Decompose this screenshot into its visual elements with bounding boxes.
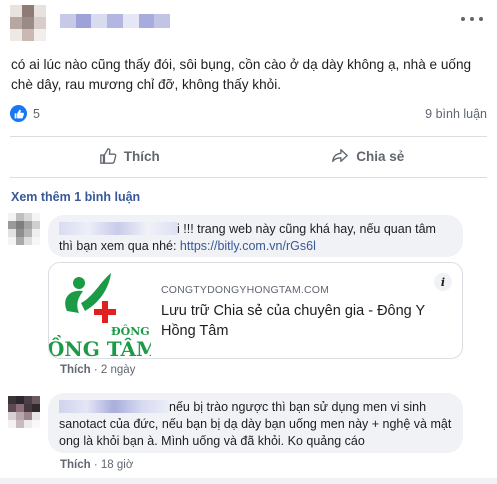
like-button[interactable]: Thích xyxy=(10,140,249,172)
post-stats: 5 9 bình luận xyxy=(10,104,487,124)
divider xyxy=(10,177,487,178)
comment-like-link[interactable]: Thích xyxy=(60,459,91,471)
author-name[interactable] xyxy=(60,14,171,28)
preview-logo-image: ĐÔNG ỒNG TÂM xyxy=(49,263,151,359)
comment-like-link[interactable]: Thích xyxy=(60,364,91,376)
more-horizontal-icon[interactable] xyxy=(461,14,483,24)
comment-meta: Thích · 2 ngày xyxy=(60,364,136,376)
comment-count[interactable]: 9 bình luận xyxy=(425,107,487,121)
comment-meta: Thích · 18 giờ xyxy=(60,459,134,471)
share-button-label: Chia sẻ xyxy=(356,148,405,164)
author-avatar[interactable] xyxy=(10,5,46,41)
comment-link[interactable]: https://bitly.com.vn/rGs6l xyxy=(180,239,316,253)
commenter-name[interactable] xyxy=(59,400,169,413)
share-arrow-icon xyxy=(332,149,349,163)
divider xyxy=(10,136,487,137)
post-text: có ai lúc nào cũng thấy đói, sôi bụng, c… xyxy=(11,57,472,92)
thumbs-up-icon xyxy=(99,148,117,164)
comment-time[interactable]: 2 ngày xyxy=(101,364,136,376)
post-card: có ai lúc nào cũng thấy đói, sôi bụng, c… xyxy=(0,0,497,484)
action-bar: Thích Chia sẻ xyxy=(10,140,487,172)
commenter-name[interactable] xyxy=(59,222,177,235)
share-button[interactable]: Chia sẻ xyxy=(249,140,488,172)
comment-time[interactable]: 18 giờ xyxy=(101,459,133,471)
preview-title: Lưu trữ Chia sẻ của chuyên gia - Đông Y … xyxy=(161,303,425,339)
comment-avatar[interactable] xyxy=(8,396,40,428)
preview-domain: CONGTYDONGYHONGTAM.COM xyxy=(161,284,330,296)
view-more-comments-link[interactable]: Xem thêm 1 bình luận xyxy=(11,190,140,204)
preview-logo-text-2: ỒNG TÂM xyxy=(49,337,151,359)
like-reaction-icon[interactable] xyxy=(10,105,27,122)
like-button-label: Thích xyxy=(123,148,160,164)
link-preview-card[interactable]: ĐÔNG ỒNG TÂM CONGTYDONGYHONGTAM.COM Lưu … xyxy=(48,262,463,359)
info-icon[interactable]: i xyxy=(434,273,452,291)
next-comment-edge xyxy=(0,478,497,484)
comment-bubble: nếu bị trào ngược thì bạn sử dụng men vi… xyxy=(48,393,463,453)
comment-bubble: i !!! trang web này cũng khá hay, nếu qu… xyxy=(48,215,463,257)
comment-avatar[interactable] xyxy=(8,213,40,245)
like-count[interactable]: 5 xyxy=(33,107,40,121)
